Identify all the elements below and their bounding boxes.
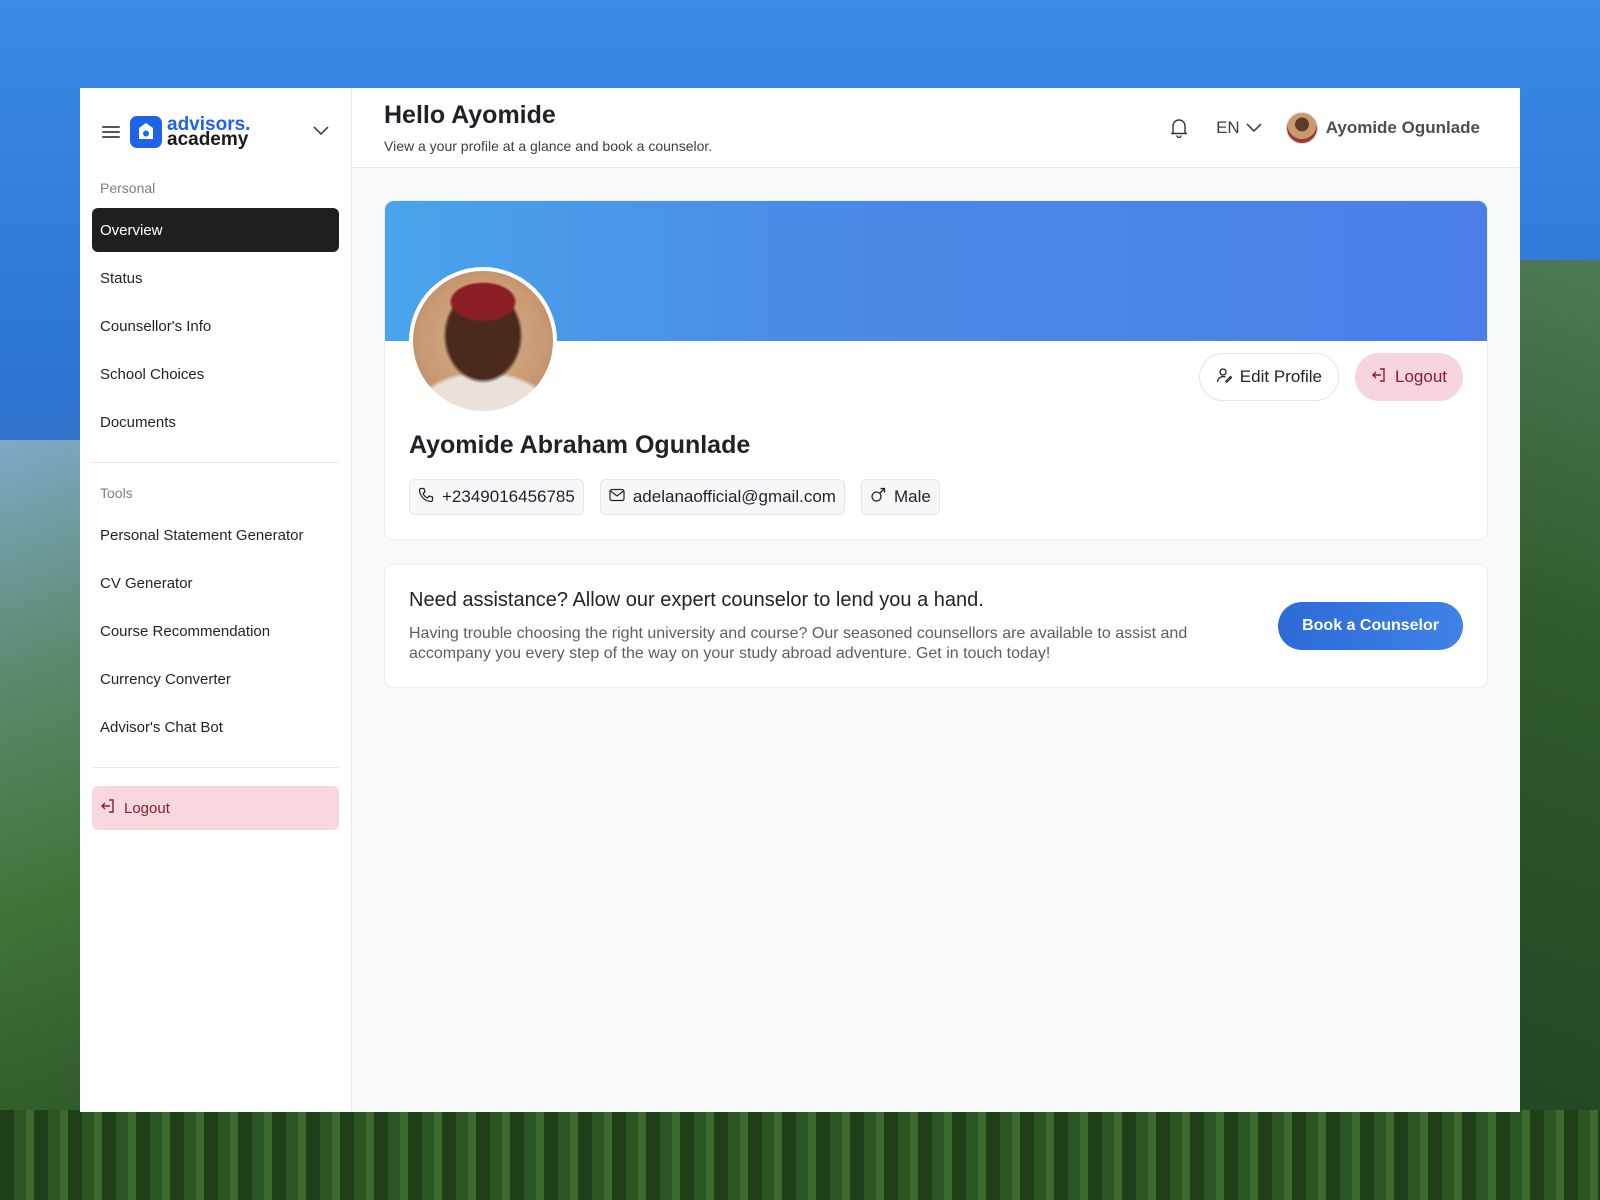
sidebar-item-label: CV Generator [100,574,193,592]
user-menu[interactable]: Ayomide Ogunlade [1285,111,1480,144]
sidebar-item-status[interactable]: Status [92,256,339,300]
sidebar-item-label: Currency Converter [100,670,231,688]
sidebar-item-label: School Choices [100,365,205,383]
user-name: Ayomide Ogunlade [1325,117,1480,137]
book-counselor-button[interactable]: Book a Counselor [1278,602,1463,650]
sidebar-item-label: Personal Statement Generator [100,526,304,544]
sidebar-item-personal-statement-generator[interactable]: Personal Statement Generator [92,513,339,557]
sidebar-item-cv-generator[interactable]: CV Generator [92,561,339,605]
greeting: Hello Ayomide View a your profile at a g… [384,101,712,154]
phone-chip: +2349016456785 [409,479,584,515]
logo-text-bottom: academy [167,129,249,150]
language-selector[interactable]: EN [1216,118,1262,138]
content: Edit Profile Logout Ayomide Abraham Ogun… [352,168,1520,720]
user-edit-icon [1216,367,1240,388]
sidebar-divider [92,462,339,463]
profile-avatar [409,267,557,415]
profile-actions: Edit Profile Logout [1198,353,1463,401]
sidebar-item-school-choices[interactable]: School Choices [92,352,339,396]
main-area: Hello Ayomide View a your profile at a g… [352,88,1520,1112]
sidebar-item-label: Course Recommendation [100,622,271,640]
email-chip: adelanaofficial@gmail.com [599,479,845,515]
logo-icon [130,116,162,148]
profile-card: Edit Profile Logout Ayomide Abraham Ogun… [384,200,1488,540]
email-address: adelanaofficial@gmail.com [632,487,836,506]
logout-icon [1371,367,1395,388]
avatar [1285,111,1318,144]
phone-number: +2349016456785 [442,487,575,506]
sidebar-item-overview[interactable]: Overview [92,208,339,252]
sidebar: advisors. academy Personal Overview Stat… [80,88,352,1112]
phone-icon [418,487,442,508]
background-mountain-left [0,440,90,1200]
section-label-personal: Personal [100,180,156,196]
mail-icon [609,487,633,507]
profile-name: Ayomide Abraham Ogunlade [409,431,751,459]
assistance-text: Need assistance? Allow our expert counse… [409,589,1239,664]
sidebar-item-label: Counsellor's Info [100,317,212,335]
language-label: EN [1216,117,1240,137]
app-window: advisors. academy Personal Overview Stat… [80,88,1520,1112]
bell-icon[interactable] [1170,118,1188,138]
assistance-card: Need assistance? Allow our expert counse… [384,564,1488,688]
assistance-body: Having trouble choosing the right univer… [409,624,1188,662]
gender-chip: Male [860,479,940,515]
profile-details: +2349016456785 adelanaofficial@gmail.com… [409,479,956,515]
chevron-down-icon [1240,118,1262,138]
section-label-tools: Tools [100,485,133,501]
edit-profile-button[interactable]: Edit Profile [1198,353,1339,401]
logout-icon [100,798,124,818]
sidebar-item-counsellors-info[interactable]: Counsellor's Info [92,304,339,348]
sidebar-item-course-recommendation[interactable]: Course Recommendation [92,609,339,653]
background-forest [0,1110,1600,1200]
sidebar-item-label: Documents [100,413,176,431]
edit-profile-label: Edit Profile [1239,367,1322,386]
top-bar: Hello Ayomide View a your profile at a g… [352,88,1520,168]
sidebar-item-advisors-chat-bot[interactable]: Advisor's Chat Bot [92,705,339,749]
sidebar-item-label: Overview [100,221,163,239]
sidebar-item-currency-converter[interactable]: Currency Converter [92,657,339,701]
logout-label: Logout [124,799,170,817]
logout-label: Logout [1395,367,1447,386]
sidebar-divider [92,767,339,768]
sidebar-item-label: Advisor's Chat Bot [100,718,223,736]
sidebar-item-label: Status [100,269,143,287]
background-mountain-right [1510,260,1600,1200]
gender-value: Male [893,487,931,506]
top-actions: EN Ayomide Ogunlade [1170,111,1488,144]
logout-button[interactable]: Logout [1355,353,1463,401]
page-subtitle: View a your profile at a glance and book… [384,138,713,154]
assistance-title: Need assistance? Allow our expert counse… [409,588,984,611]
sidebar-logout-button[interactable]: Logout [92,786,339,830]
brand-row: advisors. academy [92,88,339,176]
sidebar-item-documents[interactable]: Documents [92,400,339,444]
logo: advisors. academy [167,115,250,150]
book-counselor-label: Book a Counselor [1302,617,1439,634]
menu-icon[interactable] [102,126,120,138]
chevron-down-icon[interactable] [313,123,329,141]
male-icon [870,487,894,508]
page-title: Hello Ayomide [384,101,556,129]
